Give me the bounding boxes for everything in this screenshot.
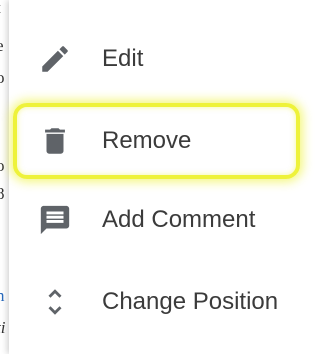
background-text-fragment: o bbox=[0, 68, 5, 87]
menu-item-remove[interactable]: Remove bbox=[9, 101, 327, 181]
comment-icon bbox=[33, 198, 77, 242]
screenshot-stage: t e o o 8 n ti Edit Remove bbox=[0, 0, 327, 354]
menu-item-label: Add Comment bbox=[102, 206, 256, 233]
menu-item-change-position[interactable]: Change Position bbox=[9, 262, 327, 342]
context-menu: Edit Remove Add Comment Change Position bbox=[9, 0, 327, 354]
trash-icon bbox=[33, 119, 77, 163]
menu-item-label: Remove bbox=[102, 127, 192, 154]
background-text-fragment: o bbox=[0, 156, 5, 175]
pencil-icon bbox=[33, 37, 77, 81]
unfold-more-icon bbox=[33, 280, 77, 324]
background-text-fragment: ti bbox=[0, 318, 6, 337]
menu-item-edit[interactable]: Edit bbox=[9, 19, 327, 99]
background-text-fragment: n bbox=[0, 286, 5, 305]
menu-item-label: Edit bbox=[102, 45, 144, 72]
background-text-fragment: t bbox=[0, 0, 1, 18]
menu-item-label: Change Position bbox=[102, 288, 279, 315]
background-text-fragment: e bbox=[0, 36, 4, 56]
menu-item-add-comment[interactable]: Add Comment bbox=[9, 180, 327, 260]
background-text-fragment: 8 bbox=[0, 184, 5, 203]
